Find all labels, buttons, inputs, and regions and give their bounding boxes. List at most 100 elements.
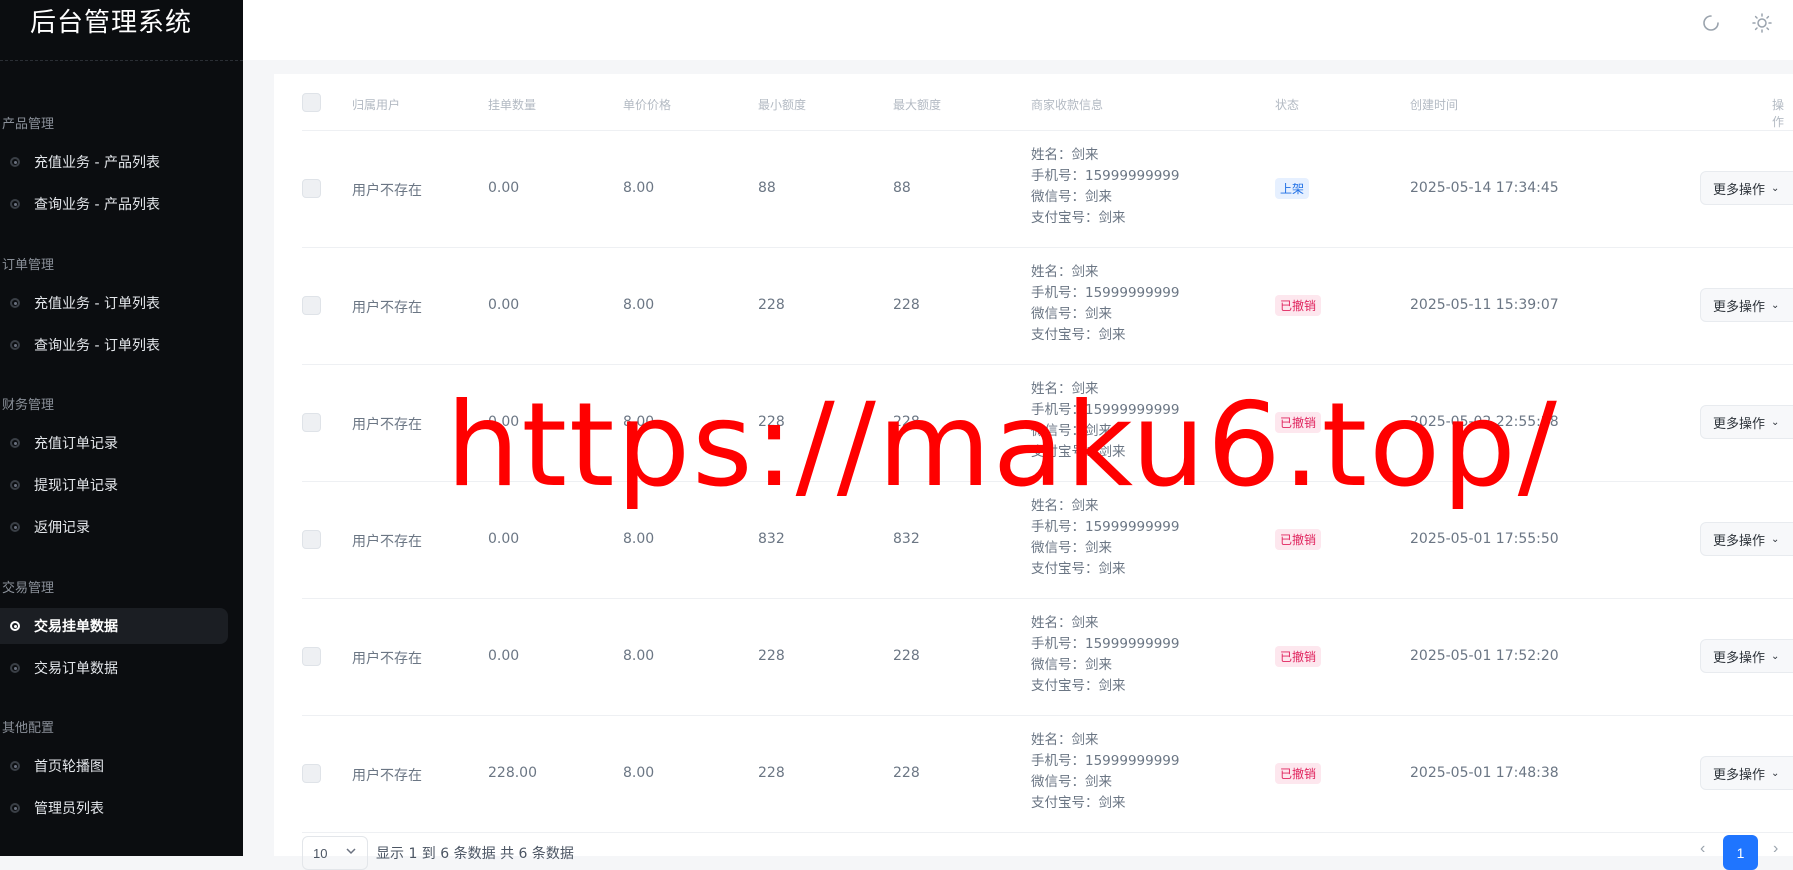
cell-qty: 0.00: [488, 648, 520, 664]
more-actions-button[interactable]: 更多操作 ⌄: [1700, 171, 1793, 205]
sidebar-item-label: 管理员列表: [34, 801, 104, 817]
sidebar-item-recharge-products[interactable]: 充值业务 - 产品列表: [0, 144, 228, 180]
table-row: 用户不存在 0.00 8.00 228 228 姓名：剑来 手机号：159999…: [302, 598, 1793, 716]
nav-group-title: 订单管理: [2, 258, 55, 273]
more-actions-label: 更多操作: [1713, 767, 1766, 783]
more-actions-label: 更多操作: [1713, 299, 1766, 315]
cell-qty: 0.00: [488, 180, 520, 196]
chevron-left-icon[interactable]: ‹: [1700, 840, 1705, 858]
row-checkbox[interactable]: [302, 179, 321, 198]
cell-qty: 228.00: [488, 765, 537, 781]
cell-qty: 0.00: [488, 531, 520, 547]
cell-max: 88: [893, 180, 911, 196]
sidebar-item-query-products[interactable]: 查询业务 - 产品列表: [0, 186, 228, 222]
more-actions-button[interactable]: 更多操作 ⌄: [1700, 288, 1793, 322]
sidebar-item-trade-orders[interactable]: 交易订单数据: [0, 650, 228, 686]
sidebar-item-rebate-records[interactable]: 返佣记录: [0, 509, 228, 545]
cell-min: 228: [758, 297, 785, 313]
more-actions-button[interactable]: 更多操作 ⌄: [1700, 522, 1793, 556]
sidebar-item-label: 查询业务 - 订单列表: [34, 338, 160, 354]
page-number-button[interactable]: 1: [1723, 835, 1758, 870]
column-header: 操作: [1772, 98, 1785, 129]
cell-created: 2025-05-11 15:39:07: [1410, 297, 1559, 313]
column-header: 最小额度: [758, 98, 807, 112]
row-checkbox[interactable]: [302, 413, 321, 432]
sidebar-item-label: 查询业务 - 产品列表: [34, 197, 160, 213]
more-actions-label: 更多操作: [1713, 416, 1766, 432]
pagination-info: 显示 1 到 6 条数据 共 6 条数据: [376, 846, 574, 862]
chevron-down-icon: ⌄: [1771, 299, 1780, 311]
info-alipay: 支付宝号：剑来: [1031, 561, 1126, 577]
row-checkbox[interactable]: [302, 647, 321, 666]
status-badge: 已撤销: [1275, 763, 1322, 784]
cell-max: 228: [893, 648, 920, 664]
nav-group-title: 产品管理: [2, 117, 55, 132]
table-row: 用户不存在 0.00 8.00 88 88 姓名：剑来 手机号：15999999…: [302, 130, 1793, 248]
row-checkbox[interactable]: [302, 764, 321, 783]
info-wechat: 微信号：剑来: [1031, 189, 1112, 205]
cell-price: 8.00: [623, 648, 655, 664]
column-header: 状态: [1275, 98, 1300, 112]
more-actions-label: 更多操作: [1713, 182, 1766, 198]
status-badge: 已撤销: [1275, 295, 1322, 316]
chevron-down-icon: ⌄: [1771, 767, 1780, 779]
table-row: 用户不存在 228.00 8.00 228 228 姓名：剑来 手机号：1599…: [302, 715, 1793, 833]
table-row: 用户不存在 0.00 8.00 228 228 姓名：剑来 手机号：159999…: [302, 247, 1793, 365]
circle-dot-icon: [10, 480, 20, 490]
row-checkbox[interactable]: [302, 296, 321, 315]
info-name: 姓名：剑来: [1031, 264, 1099, 280]
chevron-down-icon: ⌄: [1771, 182, 1780, 194]
nav-group-title: 交易管理: [2, 581, 55, 596]
sidebar-item-home-carousel[interactable]: 首页轮播图: [0, 748, 228, 784]
cell-price: 8.00: [623, 297, 655, 313]
info-phone: 手机号：15999999999: [1031, 753, 1180, 769]
cell-max: 832: [893, 531, 920, 547]
cell-merchant-info: 姓名：剑来 手机号：15999999999 微信号：剑来 支付宝号：剑来: [1031, 613, 1179, 697]
row-checkbox[interactable]: [302, 530, 321, 549]
cell-price: 8.00: [623, 180, 655, 196]
nav-group-title: 其他配置: [2, 721, 55, 736]
sidebar-item-label: 交易挂单数据: [34, 619, 118, 635]
chevron-down-icon: [345, 845, 357, 860]
cell-user: 用户不存在: [352, 534, 422, 550]
chevron-down-icon: ⌄: [1771, 533, 1780, 545]
column-header: 商家收款信息: [1031, 98, 1104, 112]
more-actions-button[interactable]: 更多操作 ⌄: [1700, 639, 1793, 673]
select-all-checkbox[interactable]: [302, 93, 321, 112]
sidebar-item-label: 充值业务 - 产品列表: [34, 155, 160, 171]
info-wechat: 微信号：剑来: [1031, 540, 1112, 556]
chevron-right-icon[interactable]: ›: [1773, 840, 1778, 858]
cell-merchant-info: 姓名：剑来 手机号：15999999999 微信号：剑来 支付宝号：剑来: [1031, 145, 1179, 229]
sidebar-item-recharge-orders[interactable]: 充值业务 - 订单列表: [0, 285, 228, 321]
chevron-down-icon: ⌄: [1771, 650, 1780, 662]
more-actions-label: 更多操作: [1713, 650, 1766, 666]
cell-merchant-info: 姓名：剑来 手机号：15999999999 微信号：剑来 支付宝号：剑来: [1031, 262, 1179, 346]
info-wechat: 微信号：剑来: [1031, 657, 1112, 673]
top-header: [243, 0, 1793, 60]
info-wechat: 微信号：剑来: [1031, 306, 1112, 322]
sidebar-item-admin-list[interactable]: 管理员列表: [0, 790, 228, 826]
info-alipay: 支付宝号：剑来: [1031, 210, 1126, 226]
sidebar-item-label: 首页轮播图: [34, 759, 104, 775]
sidebar-item-recharge-records[interactable]: 充值订单记录: [0, 425, 228, 461]
more-actions-button[interactable]: 更多操作 ⌄: [1700, 756, 1793, 790]
sidebar-item-withdraw-records[interactable]: 提现订单记录: [0, 467, 228, 503]
circle-dot-icon: [10, 298, 20, 308]
sun-icon[interactable]: [1751, 12, 1773, 34]
cell-max: 228: [893, 765, 920, 781]
info-name: 姓名：剑来: [1031, 615, 1099, 631]
cell-qty: 0.00: [488, 297, 520, 313]
circle-dot-icon: [10, 621, 20, 631]
more-actions-button[interactable]: 更多操作 ⌄: [1700, 405, 1793, 439]
column-header: 单价价格: [623, 98, 672, 112]
refresh-icon[interactable]: [1700, 12, 1722, 34]
info-name: 姓名：剑来: [1031, 732, 1099, 748]
page-size-select[interactable]: 10: [302, 836, 368, 870]
sidebar-item-label: 交易订单数据: [34, 661, 118, 677]
circle-dot-icon: [10, 438, 20, 448]
status-badge: 已撤销: [1275, 529, 1322, 550]
sidebar-item-query-orders[interactable]: 查询业务 - 订单列表: [0, 327, 228, 363]
sidebar-item-trade-listings[interactable]: 交易挂单数据: [0, 608, 228, 644]
sidebar-item-label: 提现订单记录: [34, 478, 118, 494]
circle-dot-icon: [10, 522, 20, 532]
